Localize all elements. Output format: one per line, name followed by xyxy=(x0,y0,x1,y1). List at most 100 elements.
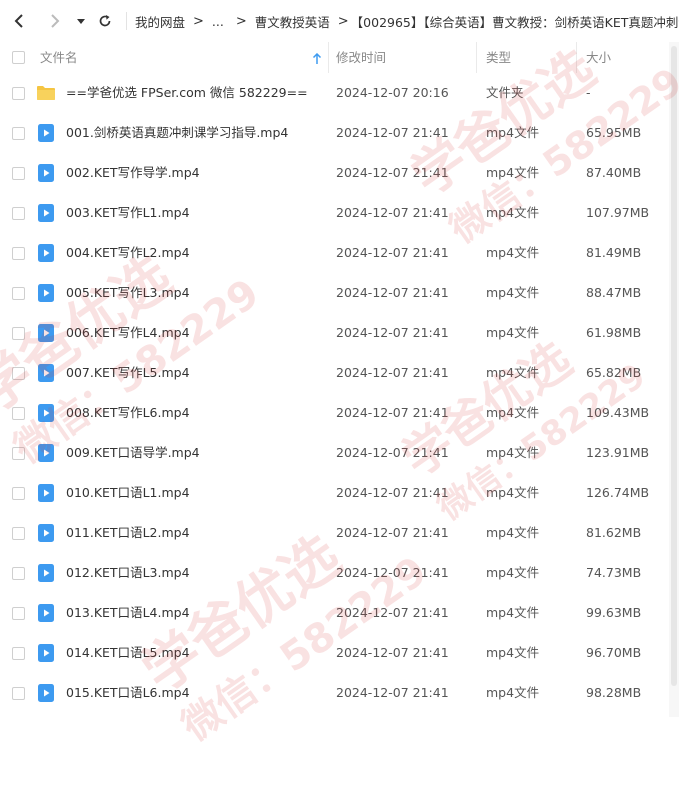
row-checkbox[interactable] xyxy=(12,287,25,300)
file-type: mp4文件 xyxy=(486,285,540,300)
select-all-checkbox[interactable] xyxy=(12,51,25,64)
file-type: mp4文件 xyxy=(486,685,540,700)
row-checkbox[interactable] xyxy=(12,327,25,340)
row-checkbox[interactable] xyxy=(12,647,25,660)
video-file-icon xyxy=(36,123,56,143)
row-checkbox[interactable] xyxy=(12,447,25,460)
video-file-icon xyxy=(36,323,56,343)
breadcrumb-separator: > xyxy=(193,13,204,29)
row-checkbox[interactable] xyxy=(12,167,25,180)
file-type: mp4文件 xyxy=(486,245,540,260)
file-type: mp4文件 xyxy=(486,605,540,620)
file-size: 87.40MB xyxy=(586,165,642,180)
file-size: 65.82MB xyxy=(586,365,642,380)
file-modified-time: 2024-12-07 21:41 xyxy=(336,285,449,300)
file-type: mp4文件 xyxy=(486,125,540,140)
file-size: 109.43MB xyxy=(586,405,650,420)
chevron-right-icon xyxy=(51,14,60,28)
row-checkbox[interactable] xyxy=(12,687,25,700)
file-row[interactable]: 006.KET写作L4.mp4 2024-12-07 21:41 mp4文件 61.9… xyxy=(0,313,669,353)
row-checkbox[interactable] xyxy=(12,127,25,140)
file-row[interactable]: 011.KET口语L2.mp4 2024-12-07 21:41 mp4文件 81.6… xyxy=(0,513,669,553)
file-type: mp4文件 xyxy=(486,205,540,220)
file-modified-time: 2024-12-07 21:41 xyxy=(336,685,449,700)
video-file-icon xyxy=(36,483,56,503)
row-checkbox[interactable] xyxy=(12,607,25,620)
column-divider[interactable] xyxy=(328,42,329,73)
row-checkbox[interactable] xyxy=(12,407,25,420)
refresh-icon xyxy=(99,15,111,27)
file-row[interactable]: 012.KET口语L3.mp4 2024-12-07 21:41 mp4文件 74.7… xyxy=(0,553,669,593)
file-name: 008.KET写作L6.mp4 xyxy=(66,405,190,420)
file-type: mp4文件 xyxy=(486,325,540,340)
file-name: 014.KET口语L5.mp4 xyxy=(66,645,190,660)
file-modified-time: 2024-12-07 21:41 xyxy=(336,445,449,460)
file-name: 007.KET写作L5.mp4 xyxy=(66,365,190,380)
file-name: 005.KET写作L3.mp4 xyxy=(66,285,190,300)
row-checkbox[interactable] xyxy=(12,247,25,260)
file-modified-time: 2024-12-07 21:41 xyxy=(336,365,449,380)
file-row[interactable]: 002.KET写作导学.mp4 2024-12-07 21:41 mp4文件 87.4… xyxy=(0,153,669,193)
column-header-size[interactable]: 大小 xyxy=(586,42,611,73)
chevron-left-icon xyxy=(14,14,23,28)
file-row[interactable]: 001.剑桥英语真题冲刺课学习指导.mp4 2024-12-07 21:41 mp4… xyxy=(0,113,669,153)
column-header-modified[interactable]: 修改时间 xyxy=(336,42,386,73)
column-divider[interactable] xyxy=(476,42,477,73)
file-row[interactable]: 008.KET写作L6.mp4 2024-12-07 21:41 mp4文件 109.… xyxy=(0,393,669,433)
file-row[interactable]: 010.KET口语L1.mp4 2024-12-07 21:41 mp4文件 126.… xyxy=(0,473,669,513)
row-checkbox[interactable] xyxy=(12,487,25,500)
file-name: 002.KET写作导学.mp4 xyxy=(66,165,200,180)
file-row[interactable]: 005.KET写作L3.mp4 2024-12-07 21:41 mp4文件 88.4… xyxy=(0,273,669,313)
row-checkbox[interactable] xyxy=(12,87,25,100)
file-size: 74.73MB xyxy=(586,565,642,580)
file-row[interactable]: 003.KET写作L1.mp4 2024-12-07 21:41 mp4文件 107.… xyxy=(0,193,669,233)
file-row[interactable]: 013.KET口语L4.mp4 2024-12-07 21:41 mp4文件 99.6… xyxy=(0,593,669,633)
file-row[interactable]: ==学爸优选 FPSer.com 微信 582229== 2024-12-07 2… xyxy=(0,73,669,113)
file-row[interactable]: 004.KET写作L2.mp4 2024-12-07 21:41 mp4文件 81.4… xyxy=(0,233,669,273)
row-checkbox[interactable] xyxy=(12,567,25,580)
file-size: 81.62MB xyxy=(586,525,642,540)
row-checkbox[interactable] xyxy=(12,207,25,220)
breadcrumb-item-root[interactable]: 我的网盘 xyxy=(135,12,185,31)
file-row[interactable]: 015.KET口语L6.mp4 2024-12-07 21:41 mp4文件 98.2… xyxy=(0,673,669,713)
row-checkbox[interactable] xyxy=(12,367,25,380)
breadcrumb-item-ellipsis[interactable]: ... xyxy=(212,14,224,29)
file-name: 003.KET写作L1.mp4 xyxy=(66,205,190,220)
file-name: 001.剑桥英语真题冲刺课学习指导.mp4 xyxy=(66,125,289,140)
forward-button[interactable] xyxy=(44,10,66,32)
file-modified-time: 2024-12-07 20:16 xyxy=(336,85,449,100)
file-type: mp4文件 xyxy=(486,445,540,460)
file-type: mp4文件 xyxy=(486,165,540,180)
breadcrumb-item-current[interactable]: 【002965】【综合英语】曹文教授：剑桥英语KET真题冲刺课 xyxy=(351,12,679,31)
file-size: 123.91MB xyxy=(586,445,650,460)
row-checkbox[interactable] xyxy=(12,527,25,540)
file-size: 96.70MB xyxy=(586,645,642,660)
scrollbar-thumb[interactable] xyxy=(671,46,677,686)
file-name: 006.KET写作L4.mp4 xyxy=(66,325,190,340)
video-file-icon xyxy=(36,563,56,583)
file-row[interactable]: 007.KET写作L5.mp4 2024-12-07 21:41 mp4文件 65.8… xyxy=(0,353,669,393)
file-size: 65.95MB xyxy=(586,125,642,140)
file-row[interactable]: 009.KET口语导学.mp4 2024-12-07 21:41 mp4文件 123.… xyxy=(0,433,669,473)
breadcrumb: 我的网盘 > ... > 曹文教授英语 > 【002965】【综合英语】曹文教授… xyxy=(135,12,679,31)
refresh-button[interactable] xyxy=(94,10,116,32)
file-modified-time: 2024-12-07 21:41 xyxy=(336,125,449,140)
file-type: mp4文件 xyxy=(486,405,540,420)
caret-down-icon xyxy=(77,19,85,24)
toolbar-divider xyxy=(126,12,127,30)
back-button[interactable] xyxy=(8,10,30,32)
file-modified-time: 2024-12-07 21:41 xyxy=(336,165,449,180)
video-file-icon xyxy=(36,403,56,423)
file-type: mp4文件 xyxy=(486,485,540,500)
file-modified-time: 2024-12-07 21:41 xyxy=(336,525,449,540)
column-header-name[interactable]: 文件名 xyxy=(40,42,78,73)
sort-ascending-icon[interactable] xyxy=(312,42,322,73)
breadcrumb-item-parent[interactable]: 曹文教授英语 xyxy=(255,12,330,31)
file-size: 126.74MB xyxy=(586,485,650,500)
file-modified-time: 2024-12-07 21:41 xyxy=(336,205,449,220)
column-divider[interactable] xyxy=(576,42,577,73)
file-row[interactable]: 014.KET口语L5.mp4 2024-12-07 21:41 mp4文件 96.7… xyxy=(0,633,669,673)
column-header-type[interactable]: 类型 xyxy=(486,42,511,73)
video-file-icon xyxy=(36,603,56,623)
history-dropdown-button[interactable] xyxy=(70,10,92,32)
